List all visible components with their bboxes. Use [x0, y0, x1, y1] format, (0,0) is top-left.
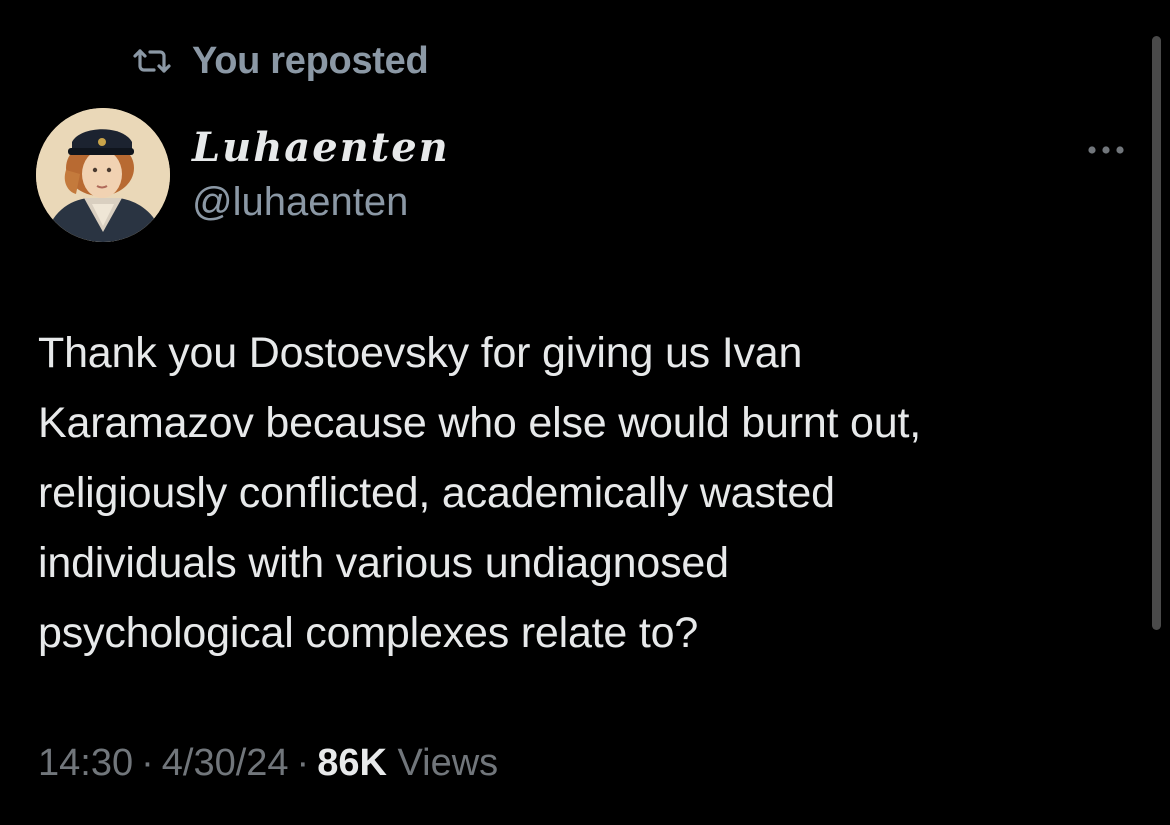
user-handle[interactable]: @luhaenten — [192, 180, 408, 225]
more-options-icon — [1086, 145, 1126, 155]
tweet-text: Thank you Dostoevsky for giving us Ivan … — [38, 318, 1128, 668]
more-options-button[interactable] — [1080, 136, 1132, 164]
tweet-date[interactable]: 4/30/24 — [162, 742, 289, 784]
tweet-text-line: religiously conflicted, academically was… — [38, 469, 835, 517]
tweet-time[interactable]: 14:30 — [38, 742, 133, 784]
repost-indicator: You reposted — [132, 38, 429, 84]
scrollbar[interactable] — [1152, 36, 1161, 630]
tweet-meta: 14:30 · 4/30/24 · 86K Views — [38, 742, 498, 785]
views-count[interactable]: 86K — [317, 742, 387, 784]
repost-icon — [132, 47, 172, 75]
repost-label: You reposted — [192, 39, 429, 82]
tweet-text-line: psychological complexes relate to? — [38, 609, 699, 657]
meta-separator: · — [296, 742, 310, 784]
views-label: Views — [397, 742, 499, 784]
display-name[interactable]: Luhaenten — [192, 124, 450, 171]
avatar[interactable] — [36, 108, 170, 242]
tweet-text-line: individuals with various undiagnosed — [38, 539, 729, 587]
meta-separator: · — [141, 742, 154, 784]
tweet-text-line: Karamazov because who else would burnt o… — [38, 399, 921, 447]
tweet-text-line: Thank you Dostoevsky for giving us Ivan — [38, 329, 803, 377]
